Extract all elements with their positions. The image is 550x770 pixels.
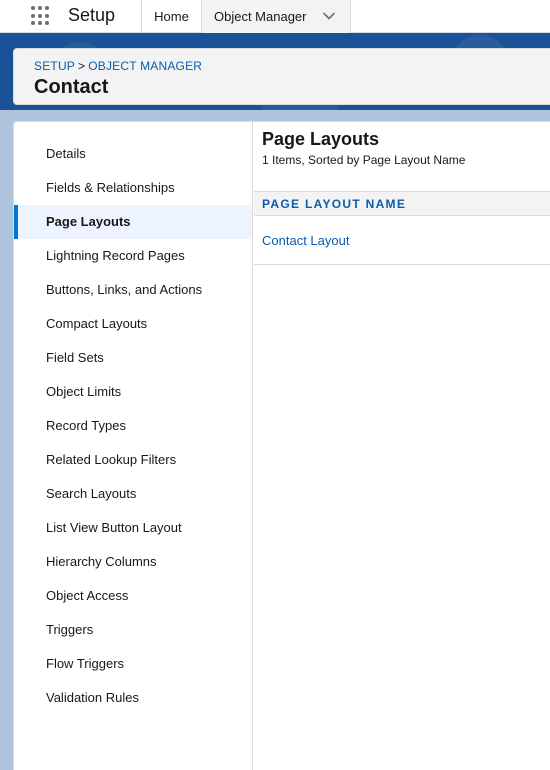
app-name: Setup	[68, 5, 116, 25]
column-header-page-layout-name[interactable]: PAGE LAYOUT NAME	[262, 197, 406, 211]
table-row: Contact Layout	[254, 216, 550, 265]
sidebar-item-object-limits[interactable]: Object Limits	[14, 375, 252, 409]
breadcrumb-setup[interactable]: SETUP	[34, 59, 75, 73]
sidebar-item-buttons-links-actions[interactable]: Buttons, Links, and Actions	[14, 273, 252, 307]
chevron-down-icon[interactable]	[322, 9, 336, 23]
tab-home[interactable]: Home	[141, 0, 201, 33]
table-header: PAGE LAYOUT NAME	[254, 191, 550, 216]
sidebar-item-record-types[interactable]: Record Types	[14, 409, 252, 443]
app-launcher-icon[interactable]	[30, 5, 52, 27]
section-title: Page Layouts	[262, 129, 380, 149]
sidebar-item-search-layouts[interactable]: Search Layouts	[14, 477, 252, 511]
sidebar-item-fields-relationships[interactable]: Fields & Relationships	[14, 171, 252, 205]
breadcrumb-object-manager[interactable]: OBJECT MANAGER	[88, 59, 202, 73]
global-header: Setup Home Object Manager	[0, 0, 550, 33]
page-layouts-panel: Page Layouts 1 Items, Sorted by Page Lay…	[254, 122, 550, 770]
sidebar-item-related-lookup-filters[interactable]: Related Lookup Filters	[14, 443, 252, 477]
breadcrumb-separator: >	[78, 59, 86, 73]
sidebar-item-lightning-record-pages[interactable]: Lightning Record Pages	[14, 239, 252, 273]
page-layout-link[interactable]: Contact Layout	[262, 233, 349, 248]
tab-object-manager[interactable]: Object Manager	[201, 0, 351, 33]
main-panel: Details Fields & Relationships Page Layo…	[13, 121, 550, 770]
object-sidebar: Details Fields & Relationships Page Layo…	[14, 122, 253, 770]
sidebar-item-flow-triggers[interactable]: Flow Triggers	[14, 647, 252, 681]
page-title: Contact	[34, 76, 109, 98]
sidebar-item-object-access[interactable]: Object Access	[14, 579, 252, 613]
sidebar-item-triggers[interactable]: Triggers	[14, 613, 252, 647]
sidebar-item-hierarchy-columns[interactable]: Hierarchy Columns	[14, 545, 252, 579]
tab-object-manager-label: Object Manager	[214, 9, 307, 24]
sidebar-item-list-view-button-layout[interactable]: List View Button Layout	[14, 511, 252, 545]
sidebar-item-page-layouts[interactable]: Page Layouts	[14, 205, 252, 239]
section-subtitle: 1 Items, Sorted by Page Layout Name	[262, 153, 466, 167]
sidebar-item-details[interactable]: Details	[14, 137, 252, 171]
sidebar-item-validation-rules[interactable]: Validation Rules	[14, 681, 252, 715]
sidebar-item-compact-layouts[interactable]: Compact Layouts	[14, 307, 252, 341]
breadcrumb: SETUP > OBJECT MANAGER	[34, 59, 202, 73]
sidebar-item-field-sets[interactable]: Field Sets	[14, 341, 252, 375]
object-header: SETUP > OBJECT MANAGER Contact	[13, 48, 550, 105]
